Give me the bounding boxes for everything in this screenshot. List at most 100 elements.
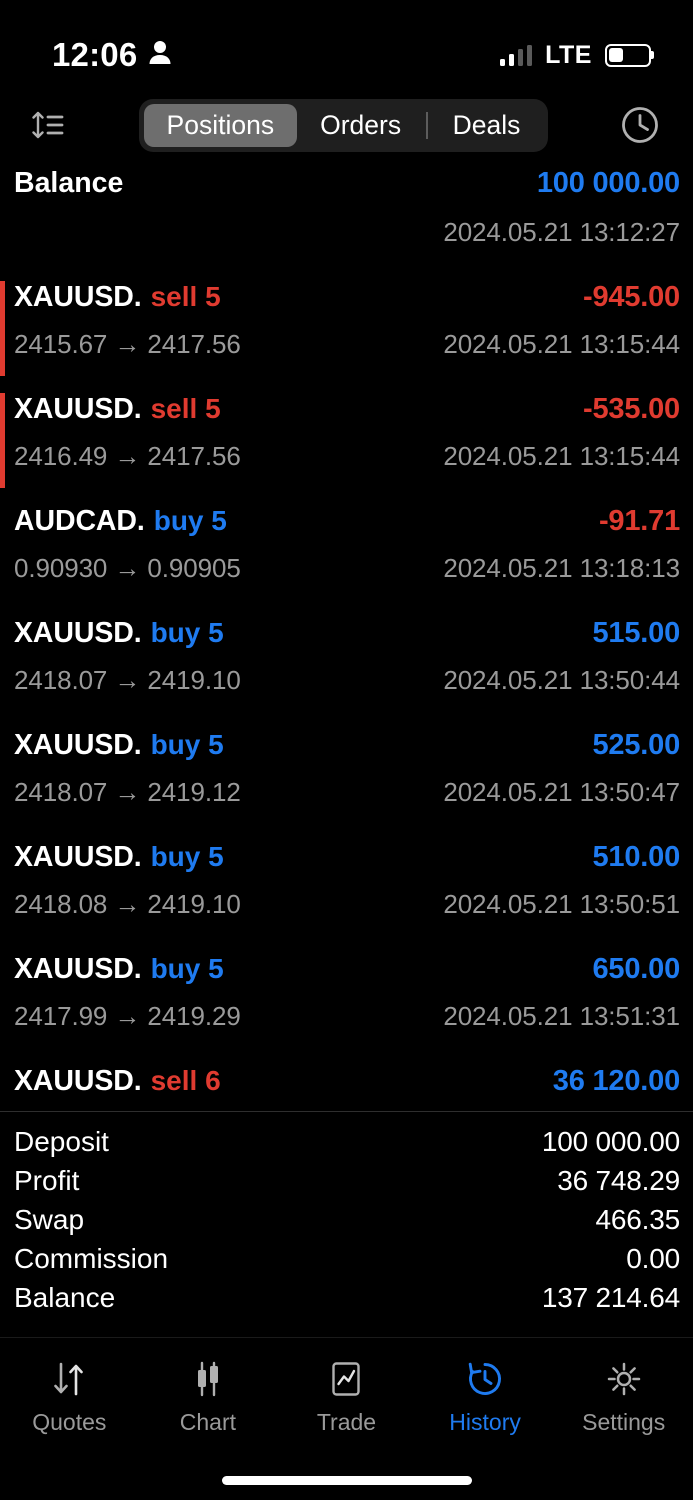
position-side: buy 5 [150,729,224,760]
position-prices: 2415.67 → 2417.56 [14,329,241,359]
summary-label: Swap [14,1204,85,1235]
position-side: buy 5 [150,953,224,984]
position-side: sell 5 [150,281,221,312]
position-prices: 2418.07 → 2419.12 [14,777,241,807]
summary-value: 0.00 [626,1243,680,1274]
position-symbol: XAUUSD. [14,729,142,761]
position-side: sell 6 [150,1065,221,1096]
person-icon [148,39,172,72]
summary-label: Deposit [14,1126,109,1157]
position-amount: 650.00 [592,953,681,985]
position-symbol: AUDCAD. [14,505,145,537]
position-amount: -945.00 [583,281,680,313]
summary-row-swap: Swap 466.35 [14,1204,680,1243]
position-symbol: XAUUSD. [14,617,142,649]
table-row[interactable]: XAUUSD. buy 5 515.00 2418.07 → 2419.10 2… [0,617,693,712]
table-row[interactable]: XAUUSD. buy 5 650.00 2417.99 → 2419.29 2… [0,953,693,1048]
position-amount: 525.00 [592,729,681,761]
position-amount: 510.00 [592,841,681,873]
position-amount: -91.71 [598,505,680,537]
position-side: sell 5 [150,393,221,424]
summary-label: Balance [14,1282,116,1313]
network-type-label: LTE [545,40,592,69]
tab-history[interactable]: History [416,1358,554,1436]
summary-row-profit: Profit 36 748.29 [14,1165,680,1204]
signal-bars-icon [499,44,533,66]
position-symbol: XAUUSD. [14,953,142,985]
summary-label: Commission [14,1243,169,1274]
position-amount: -535.00 [583,393,680,425]
position-timestamp: 2024.05.21 13:50:51 [443,889,680,919]
balance-header-row[interactable]: Balance 100 000.00 2024.05.21 13:12:27 [0,167,693,264]
position-symbol: XAUUSD. [14,841,142,873]
position-timestamp: 2024.05.21 13:50:47 [443,777,680,807]
position-timestamp: 2024.05.21 13:51:31 [443,1001,680,1031]
tab-label: Chart [179,1409,237,1435]
status-bar: 12:06 LTE [0,0,693,92]
sort-icon[interactable] [18,96,76,154]
battery-icon [605,43,654,67]
position-prices: 2418.07 → 2419.10 [14,665,241,695]
position-symbol: XAUUSD. [14,281,142,313]
position-prices: 2417.99 → 2419.29 [14,1001,241,1031]
balance-timestamp: 2024.05.21 13:12:27 [443,217,680,247]
tab-positions[interactable]: Positions [143,103,298,147]
summary-value: 466.35 [595,1204,681,1235]
summary-row-balance: Balance 137 214.64 [14,1282,680,1321]
table-row[interactable]: XAUUSD. sell 6 36 120.00 2419.82 → 2359.… [0,1065,693,1111]
position-timestamp: 2024.05.21 13:15:44 [443,329,680,359]
position-side: buy 5 [150,841,224,872]
table-row[interactable]: XAUUSD. buy 5 525.00 2418.07 → 2419.12 2… [0,729,693,824]
candlestick-icon [187,1358,229,1400]
tab-label: Trade [316,1409,377,1435]
tab-quotes[interactable]: Quotes [0,1358,138,1436]
position-timestamp: 2024.05.21 13:50:44 [443,665,680,695]
gear-icon [603,1358,645,1400]
summary-label: Profit [14,1165,80,1196]
balance-amount: 100 000.00 [536,167,680,199]
status-bar-right: LTE [499,40,654,70]
position-timestamp: 2024.05.21 13:15:44 [443,441,680,471]
position-side: buy 5 [150,617,224,648]
trading-app-screen: 12:06 LTE Positions Orders Deals Balance… [0,0,693,1500]
tab-trade[interactable]: Trade [277,1358,415,1436]
position-prices: 0.90930 → 0.90905 [14,553,241,583]
tab-orders[interactable]: Orders [297,104,424,147]
home-indicator[interactable] [221,1475,472,1485]
tab-deals[interactable]: Deals [430,104,544,147]
position-amount: 515.00 [592,617,681,649]
loss-marker [0,281,5,376]
tab-label: Settings [582,1409,666,1435]
tab-settings[interactable]: Settings [555,1358,693,1436]
position-prices: 2418.08 → 2419.10 [14,889,241,919]
table-row[interactable]: AUDCAD. buy 5 -91.71 0.90930 → 0.90905 2… [0,505,693,600]
tab-label: History [449,1409,521,1435]
summary-value: 36 748.29 [557,1165,680,1196]
summary-row-deposit: Deposit 100 000.00 [14,1126,680,1165]
status-time: 12:06 [52,36,138,73]
status-bar-left: 12:06 [52,36,172,74]
tab-chart[interactable]: Chart [139,1358,277,1436]
position-side: buy 5 [153,505,227,536]
position-symbol: XAUUSD. [14,393,142,425]
top-bar: Positions Orders Deals [0,92,693,158]
segmented-control: Positions Orders Deals [138,98,549,152]
history-list[interactable]: Balance 100 000.00 2024.05.21 13:12:27 X… [0,158,693,1111]
chart-box-icon [325,1358,367,1400]
segment-divider [426,111,428,139]
position-symbol: XAUUSD. [14,1065,142,1097]
position-prices: 2416.49 → 2417.56 [14,441,241,471]
clock-history-icon [464,1358,506,1400]
summary-value: 100 000.00 [541,1126,680,1157]
home-indicator-area [0,1460,693,1500]
table-row[interactable]: XAUUSD. sell 5 -535.00 2416.49 → 2417.56… [0,393,693,488]
bottom-tab-bar: Quotes Chart Trade History Settings [0,1338,693,1460]
loss-marker [0,393,5,488]
balance-label: Balance [14,167,124,199]
arrows-updown-icon [48,1358,90,1400]
table-row[interactable]: XAUUSD. sell 5 -945.00 2415.67 → 2417.56… [0,281,693,376]
tab-label: Quotes [32,1409,107,1435]
summary-row-commission: Commission 0.00 [14,1243,680,1282]
table-row[interactable]: XAUUSD. buy 5 510.00 2418.08 → 2419.10 2… [0,841,693,936]
clock-icon[interactable] [611,96,669,154]
